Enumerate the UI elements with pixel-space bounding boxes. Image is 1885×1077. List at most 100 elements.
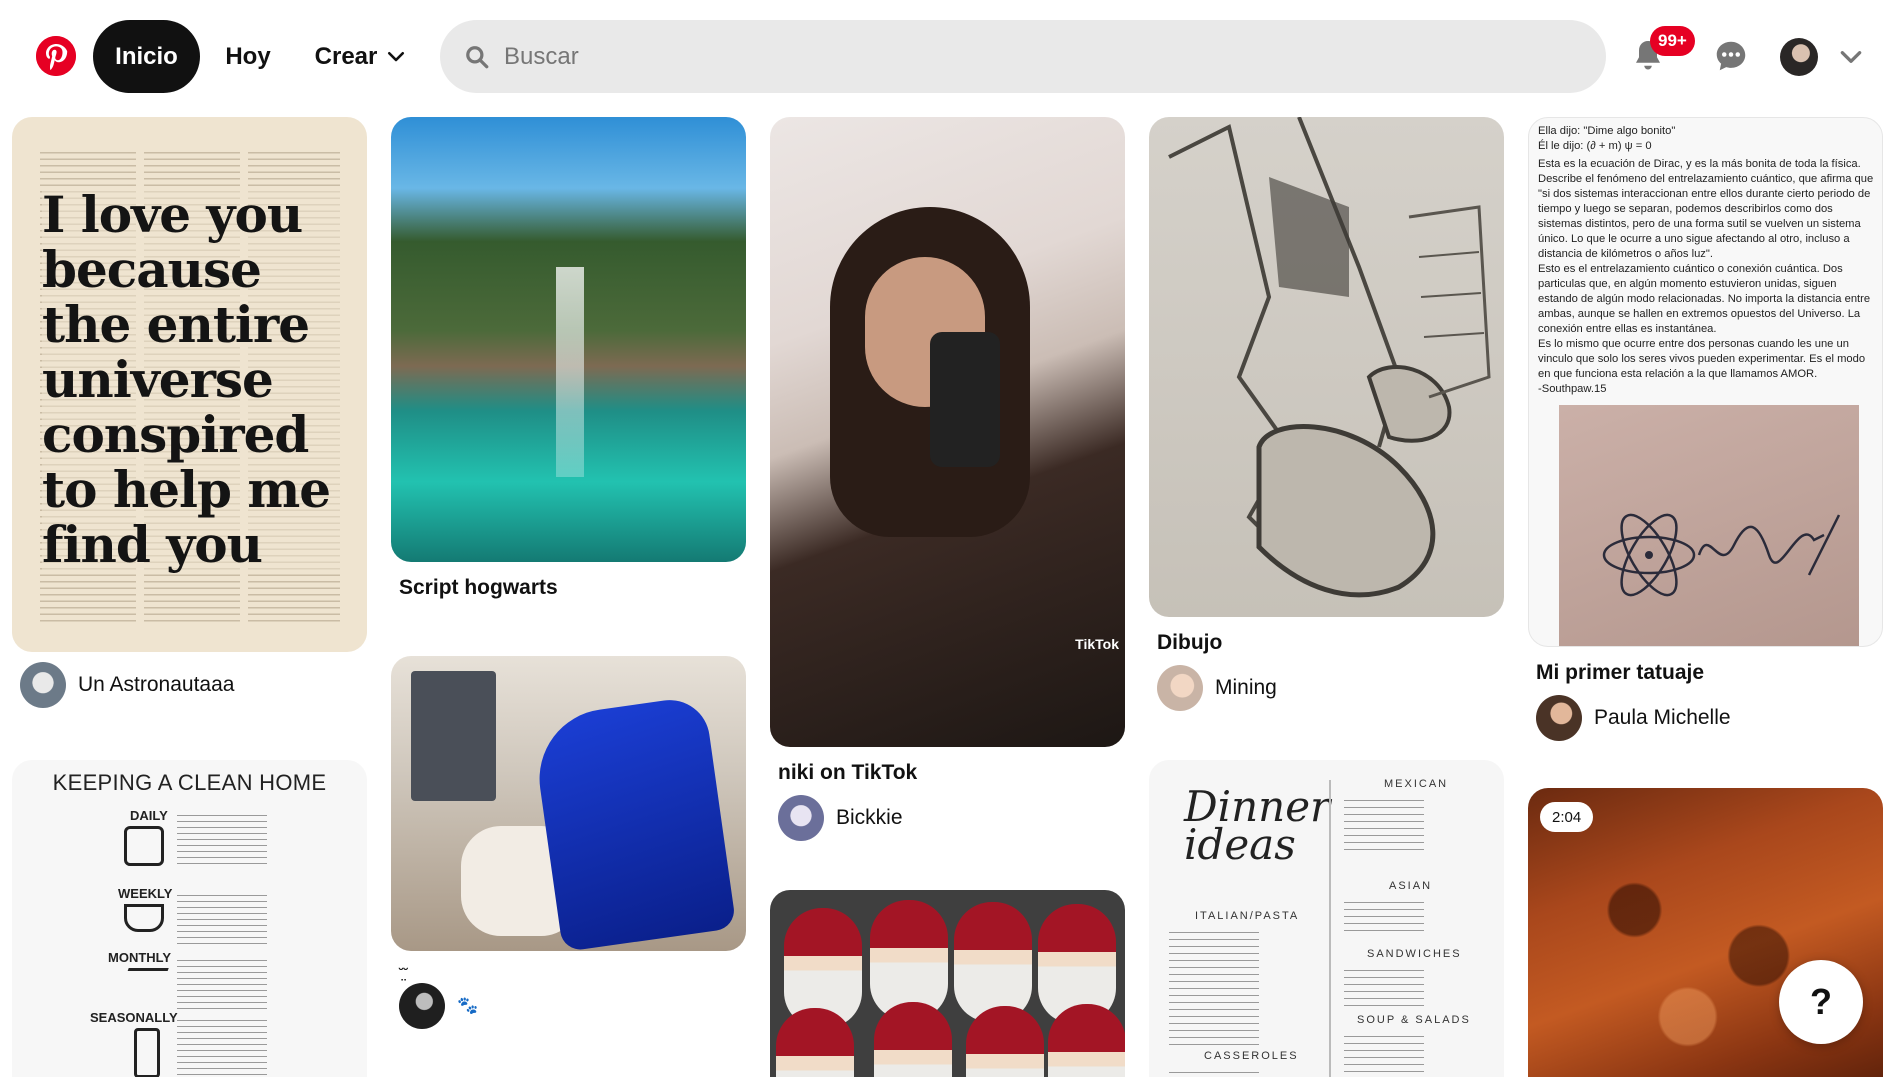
menu-section: MEXICAN (1384, 778, 1449, 790)
task-lines (177, 955, 267, 1009)
menu-lines (1344, 794, 1424, 854)
schedule-label: SEASONALLY (90, 1010, 178, 1025)
pin-title[interactable]: niki on TikTok (778, 761, 1125, 785)
pin-card-dinner-ideas[interactable]: Dinner ideas MEXICAN ASIAN ITALIAN/PASTA… (1149, 760, 1504, 1077)
author-avatar[interactable] (20, 662, 66, 708)
pin-title[interactable]: ˘̤˘ (399, 965, 746, 981)
pinterest-logo-icon[interactable] (36, 36, 76, 76)
menu-section: CASSEROLES (1204, 1050, 1299, 1062)
author-name[interactable]: Paula Michelle (1594, 706, 1731, 730)
menu-section: SOUP & SALADS (1357, 1014, 1471, 1026)
bathtub-icon (124, 904, 164, 932)
quote-line: I love you (42, 187, 342, 242)
quote-line: find you (42, 517, 342, 572)
menu-section: ITALIAN/PASTA (1195, 910, 1300, 922)
pin-card-sketch[interactable]: Dibujo Mining (1149, 117, 1504, 711)
hanger-icon (119, 968, 169, 994)
nav-create-menu[interactable]: Crear (302, 20, 418, 93)
task-lines (177, 1015, 267, 1077)
pin-author[interactable]: Mining (1157, 665, 1504, 711)
top-nav-bar: Inicio Hoy Crear 99+ (0, 0, 1885, 110)
video-duration-badge: 2:04 (1540, 802, 1594, 832)
pin-image-lagoon[interactable] (391, 117, 746, 562)
fridge-icon (134, 1028, 160, 1077)
nav-home-tab[interactable]: Inicio (93, 20, 200, 93)
profile-avatar[interactable] (1780, 38, 1818, 76)
quote-line: because (42, 242, 342, 297)
sketch-drawing (1168, 117, 1491, 598)
dirac-line: -Southpaw.15 (1538, 383, 1607, 395)
tattoo-drawing (1602, 513, 1841, 597)
account-chevron-down-icon[interactable] (1838, 44, 1864, 70)
painted-stone (1048, 1004, 1125, 1077)
task-lines (177, 890, 267, 944)
author-avatar[interactable] (399, 983, 445, 1029)
pin-title[interactable]: Mi primer tatuaje (1536, 661, 1883, 685)
nav-today-tab[interactable]: Hoy (212, 20, 284, 93)
pin-image-dinner-ideas[interactable]: Dinner ideas MEXICAN ASIAN ITALIAN/PASTA… (1149, 760, 1504, 1077)
notifications-badge: 99+ (1650, 26, 1695, 56)
washer-icon (124, 826, 164, 866)
pin-card-tiktok[interactable]: TikTok niki on TikTok Bickkie (770, 117, 1125, 841)
task-lines (177, 810, 267, 864)
author-avatar[interactable] (778, 795, 824, 841)
pin-card-lagoon[interactable]: Script hogwarts (391, 117, 746, 600)
painted-stone (874, 1002, 952, 1077)
menu-lines (1344, 964, 1424, 1010)
divider (1329, 780, 1331, 1077)
quote-line: universe (42, 352, 342, 407)
dirac-line: Es lo mismo que ocurre entre dos persona… (1538, 338, 1866, 380)
phone-in-image (930, 332, 1000, 467)
menu-lines (1344, 1030, 1424, 1077)
dirac-line: Esta es la ecuación de Dirac, y es la má… (1538, 158, 1874, 260)
pin-author[interactable]: 🐾 (399, 983, 746, 1029)
pin-image-tiktok[interactable]: TikTok (770, 117, 1125, 747)
chevron-down-icon (388, 51, 405, 61)
schedule-label: MONTHLY (108, 950, 172, 965)
pin-author[interactable]: Un Astronautaaa (20, 662, 367, 708)
pin-author[interactable]: Paula Michelle (1536, 695, 1883, 741)
pin-image-quote[interactable]: I love you because the entire universe c… (12, 117, 367, 652)
author-avatar[interactable] (1536, 695, 1582, 741)
quote-line: conspired (42, 407, 342, 462)
dirac-line: Esto es el entrelazamiento cuántico o co… (1538, 263, 1871, 335)
pin-image-stones[interactable] (770, 890, 1125, 1077)
image-detail (461, 826, 581, 936)
pin-card-quote[interactable]: I love you because the entire universe c… (12, 117, 367, 708)
menu-section: SANDWICHES (1367, 948, 1462, 960)
quote-line: the entire (42, 297, 342, 352)
pin-author[interactable]: Bickkie (778, 795, 1125, 841)
dirac-line: Él le dijo: (∂ + m) ψ = 0 (1538, 140, 1652, 152)
help-button[interactable]: ? (1779, 960, 1863, 1044)
menu-lines (1169, 1066, 1259, 1077)
pin-image-sketch[interactable] (1149, 117, 1504, 617)
pin-image-blue-hair[interactable] (391, 656, 746, 951)
search-bar[interactable] (440, 20, 1606, 93)
search-icon (466, 45, 489, 68)
pin-card-stones[interactable] (770, 890, 1125, 1077)
pin-card-clean-home[interactable]: KEEPING A CLEAN HOME DAILY WEEKLY MONTHL… (12, 760, 367, 1077)
schedule-label: WEEKLY (118, 886, 173, 901)
painted-stone (966, 1006, 1044, 1077)
quote-line: to help me (42, 462, 342, 517)
messages-button[interactable] (1705, 30, 1757, 82)
author-avatar[interactable] (1157, 665, 1203, 711)
dirac-line: Ella dijo: "Dime algo bonito" (1538, 125, 1676, 137)
pin-card-tattoo[interactable]: Ella dijo: "Dime algo bonito" Él le dijo… (1528, 117, 1883, 741)
nav-create-label: Crear (314, 42, 378, 70)
author-name[interactable]: Mining (1215, 676, 1277, 700)
author-name[interactable]: Bickkie (836, 806, 903, 830)
search-input[interactable] (504, 42, 1584, 71)
pin-card-blue-hair[interactable]: ˘̤˘ 🐾 (391, 656, 746, 1029)
painted-stone (776, 1008, 854, 1077)
tattoo-photo (1559, 405, 1859, 646)
pin-image-clean-home[interactable]: KEEPING A CLEAN HOME DAILY WEEKLY MONTHL… (12, 760, 367, 1077)
author-name[interactable]: 🐾 (457, 996, 478, 1016)
pin-title[interactable]: Script hogwarts (399, 576, 746, 600)
schedule-label: DAILY (130, 808, 168, 823)
menu-lines (1344, 896, 1424, 936)
painted-stone (954, 902, 1032, 1022)
author-name[interactable]: Un Astronautaaa (78, 673, 234, 697)
pin-image-tattoo[interactable]: Ella dijo: "Dime algo bonito" Él le dijo… (1528, 117, 1883, 647)
pin-title[interactable]: Dibujo (1157, 631, 1504, 655)
